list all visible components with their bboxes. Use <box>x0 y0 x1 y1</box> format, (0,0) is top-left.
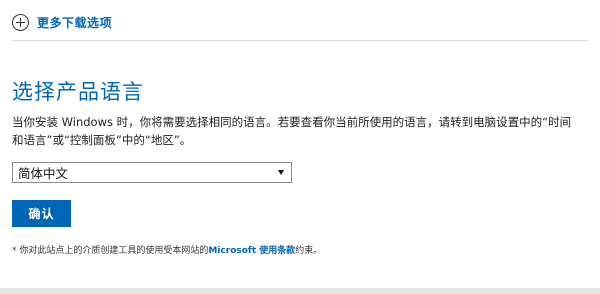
footnote-suffix: 约束。 <box>295 246 323 256</box>
terms-of-use-link[interactable]: Microsoft 使用条款 <box>208 246 295 256</box>
plus-circle-icon[interactable] <box>12 14 29 31</box>
divider <box>12 40 588 41</box>
language-select-value[interactable]: 简体中文 <box>18 163 278 182</box>
terms-footnote: * 你对此站点上的介质创建工具的使用受本网站的Microsoft 使用条款约束。 <box>12 243 322 256</box>
section-title: 选择产品语言 <box>12 80 144 104</box>
bottom-divider-strip <box>0 288 600 294</box>
more-download-options[interactable]: 更多下载选项 <box>12 14 112 31</box>
chevron-down-icon[interactable] <box>278 170 284 175</box>
footnote-prefix: * 你对此站点上的介质创建工具的使用受本网站的 <box>12 246 209 256</box>
language-select[interactable]: 简体中文 <box>12 162 292 183</box>
more-download-options-label[interactable]: 更多下载选项 <box>37 14 112 31</box>
confirm-button[interactable]: 确认 <box>12 200 71 227</box>
language-description: 当你安装 Windows 时，你将需要选择相同的语言。若要查看你当前所使用的语言… <box>12 115 572 147</box>
